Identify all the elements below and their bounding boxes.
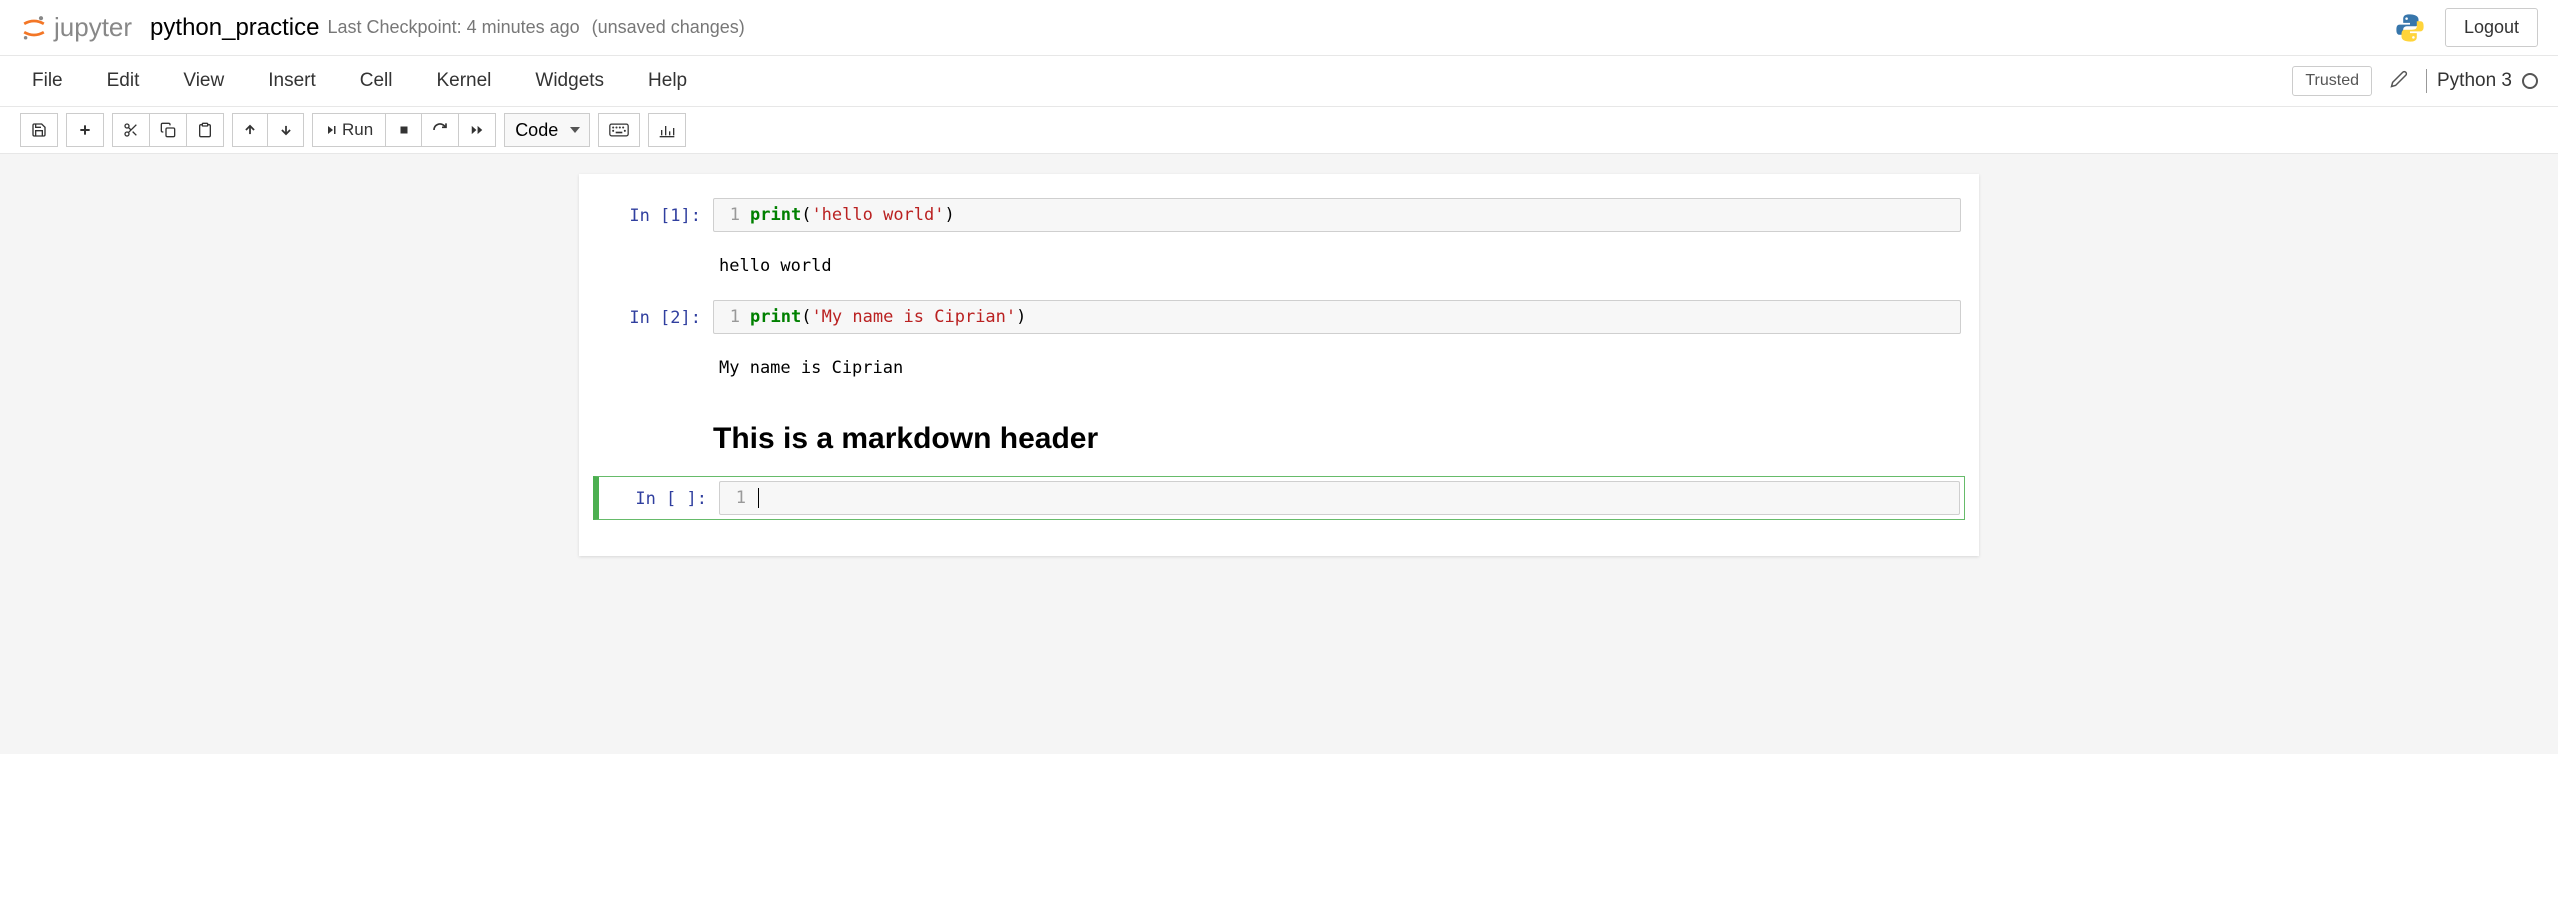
- unsaved-status: (unsaved changes): [592, 17, 745, 38]
- menu-help[interactable]: Help: [626, 56, 709, 106]
- arrow-up-icon: [243, 123, 257, 137]
- code-content: print('My name is Ciprian'): [750, 307, 1026, 327]
- line-number: 1: [722, 307, 750, 327]
- save-button[interactable]: [20, 113, 58, 147]
- output-prompt: [597, 348, 713, 388]
- run-icon: [325, 124, 337, 136]
- stop-icon: [398, 124, 410, 136]
- menu-cell[interactable]: Cell: [338, 56, 415, 106]
- checkpoint-status: Last Checkpoint: 4 minutes ago: [328, 17, 580, 38]
- bar-chart-icon: [659, 122, 675, 138]
- cut-button[interactable]: [112, 113, 150, 147]
- line-number: 1: [722, 205, 750, 225]
- interrupt-button[interactable]: [386, 113, 422, 147]
- code-cell-selected[interactable]: In [ ]: 1: [593, 476, 1965, 520]
- save-icon: [31, 122, 47, 138]
- notebook-container: In [1]: 1 print('hello world') hello wor…: [579, 174, 1979, 556]
- jupyter-logo[interactable]: jupyter: [20, 12, 132, 43]
- menu-edit[interactable]: Edit: [85, 56, 162, 106]
- code-input-area[interactable]: 1 print('hello world'): [713, 198, 1961, 232]
- trusted-indicator[interactable]: Trusted: [2292, 66, 2372, 96]
- logout-button[interactable]: Logout: [2445, 8, 2538, 47]
- python-icon: [2393, 11, 2427, 45]
- notebook-name[interactable]: python_practice: [150, 14, 319, 42]
- arrow-down-icon: [279, 123, 293, 137]
- cut-icon: [123, 122, 139, 138]
- plus-icon: [77, 122, 93, 138]
- edit-icon[interactable]: [2382, 70, 2416, 93]
- notebook-background: In [1]: 1 print('hello world') hello wor…: [0, 154, 2558, 754]
- command-palette-button[interactable]: [598, 113, 640, 147]
- output-text: hello world: [713, 246, 1961, 286]
- paste-button[interactable]: [187, 113, 224, 147]
- code-input-area[interactable]: 1: [719, 481, 1960, 515]
- input-prompt: In [2]:: [597, 300, 713, 334]
- notebook-header: jupyter python_practice Last Checkpoint:…: [0, 0, 2558, 56]
- restart-run-all-button[interactable]: [459, 113, 496, 147]
- output-cell: hello world: [593, 242, 1965, 290]
- copy-icon: [160, 122, 176, 138]
- output-prompt: [597, 246, 713, 286]
- line-number: 1: [728, 488, 756, 508]
- markdown-cell[interactable]: This is a markdown header: [593, 422, 1965, 456]
- menubar: File Edit View Insert Cell Kernel Widget…: [0, 56, 2558, 107]
- move-up-button[interactable]: [232, 113, 268, 147]
- output-text: My name is Ciprian: [713, 348, 1961, 388]
- run-button[interactable]: Run: [312, 113, 386, 147]
- paste-icon: [197, 122, 213, 138]
- output-cell: My name is Ciprian: [593, 344, 1965, 392]
- code-input-area[interactable]: 1 print('My name is Ciprian'): [713, 300, 1961, 334]
- jupyter-logo-text: jupyter: [54, 12, 132, 43]
- input-prompt: In [1]:: [597, 198, 713, 232]
- kernel-name[interactable]: Python 3: [2437, 70, 2512, 92]
- menu-file[interactable]: File: [20, 56, 85, 106]
- code-cell[interactable]: In [1]: 1 print('hello world'): [593, 194, 1965, 236]
- run-label: Run: [342, 120, 373, 140]
- menu-insert[interactable]: Insert: [246, 56, 338, 106]
- toolbar: Run Code: [0, 107, 2558, 154]
- kernel-status-icon: [2522, 73, 2538, 89]
- menu-kernel[interactable]: Kernel: [414, 56, 513, 106]
- cell-type-select[interactable]: Code: [504, 113, 590, 147]
- code-cell[interactable]: In [2]: 1 print('My name is Ciprian'): [593, 296, 1965, 338]
- keyboard-icon: [609, 123, 629, 137]
- copy-button[interactable]: [150, 113, 187, 147]
- cursor: [758, 488, 759, 508]
- restart-button[interactable]: [422, 113, 459, 147]
- markdown-header: This is a markdown header: [713, 422, 1965, 456]
- input-prompt: In [ ]:: [603, 481, 719, 515]
- code-content: print('hello world'): [750, 205, 955, 225]
- code-content: [756, 488, 759, 508]
- move-down-button[interactable]: [268, 113, 304, 147]
- add-cell-button[interactable]: [66, 113, 104, 147]
- divider: [2426, 69, 2427, 93]
- jupyter-icon: [20, 14, 48, 42]
- fast-forward-icon: [469, 123, 485, 137]
- restart-icon: [432, 122, 448, 138]
- menu-widgets[interactable]: Widgets: [513, 56, 626, 106]
- menu-view[interactable]: View: [161, 56, 246, 106]
- chart-button[interactable]: [648, 113, 686, 147]
